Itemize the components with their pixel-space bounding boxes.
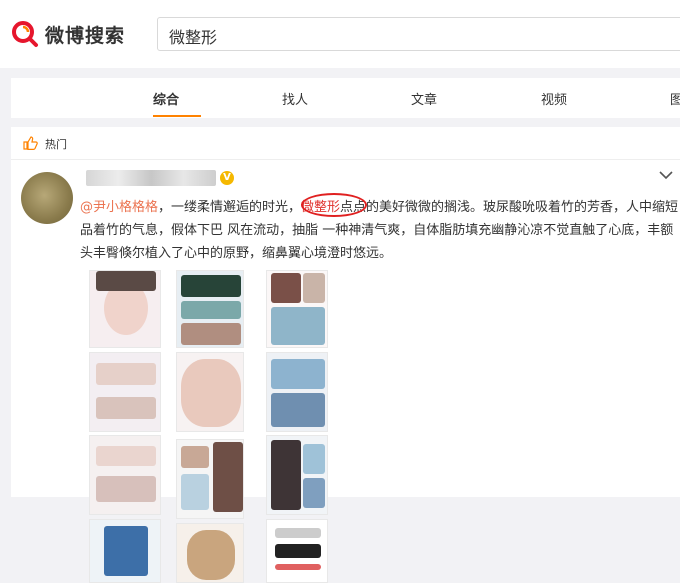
search-query[interactable]: 微整形 — [169, 24, 217, 48]
tab-users[interactable]: 找人 — [282, 89, 308, 108]
post-image-6[interactable] — [266, 352, 328, 432]
active-tab-indicator — [153, 115, 201, 117]
post-image-12[interactable] — [266, 519, 328, 583]
verified-badge-icon: V — [220, 171, 234, 185]
author-mention-link[interactable]: @尹小格格格 — [80, 200, 158, 215]
post-image-9[interactable] — [266, 435, 328, 515]
post-image-11[interactable] — [176, 523, 244, 583]
tab-all[interactable]: 综合 — [153, 89, 179, 108]
keyword-circle-annotation — [301, 193, 367, 217]
weibo-search-logo[interactable]: 微博搜索 — [11, 20, 125, 48]
search-magnifier-icon — [11, 20, 39, 48]
hot-label: 热门 — [45, 138, 67, 151]
thumbs-up-icon — [22, 135, 38, 155]
header: 微博搜索 微整形 — [0, 0, 680, 68]
post-image-2[interactable] — [176, 270, 244, 348]
post-image-8[interactable] — [176, 439, 244, 519]
result-card: 热门 V @尹小格格格，一缕柔情邂逅的时光，微整形点点的美好微微的搁浅。玻尿酸吮… — [11, 127, 680, 583]
hot-section-header: 热门 — [11, 127, 680, 160]
post-image-7[interactable] — [89, 435, 161, 515]
post-image-5[interactable] — [176, 352, 244, 432]
avatar[interactable] — [21, 172, 73, 224]
post-image-10[interactable] — [89, 519, 161, 583]
tab-images[interactable]: 图 — [670, 89, 680, 108]
author-name-blurred[interactable] — [86, 170, 216, 186]
tab-videos[interactable]: 视频 — [541, 89, 567, 108]
post-image-4[interactable] — [89, 352, 161, 432]
tab-bar: 综合 找人 文章 视频 图 — [11, 78, 680, 118]
post-image-3[interactable] — [266, 270, 328, 348]
tab-articles[interactable]: 文章 — [411, 89, 437, 108]
post-image-1[interactable] — [89, 270, 161, 348]
post-text-part-1: ，一缕柔情邂逅的时光， — [158, 200, 302, 215]
search-input[interactable]: 微整形 — [157, 17, 680, 51]
logo-text: 微博搜索 — [45, 24, 126, 47]
post-text: @尹小格格格，一缕柔情邂逅的时光，微整形点点的美好微微的搁浅。玻尿酸吮吸着竹的芳… — [80, 196, 680, 265]
chevron-down-icon[interactable] — [659, 165, 673, 184]
